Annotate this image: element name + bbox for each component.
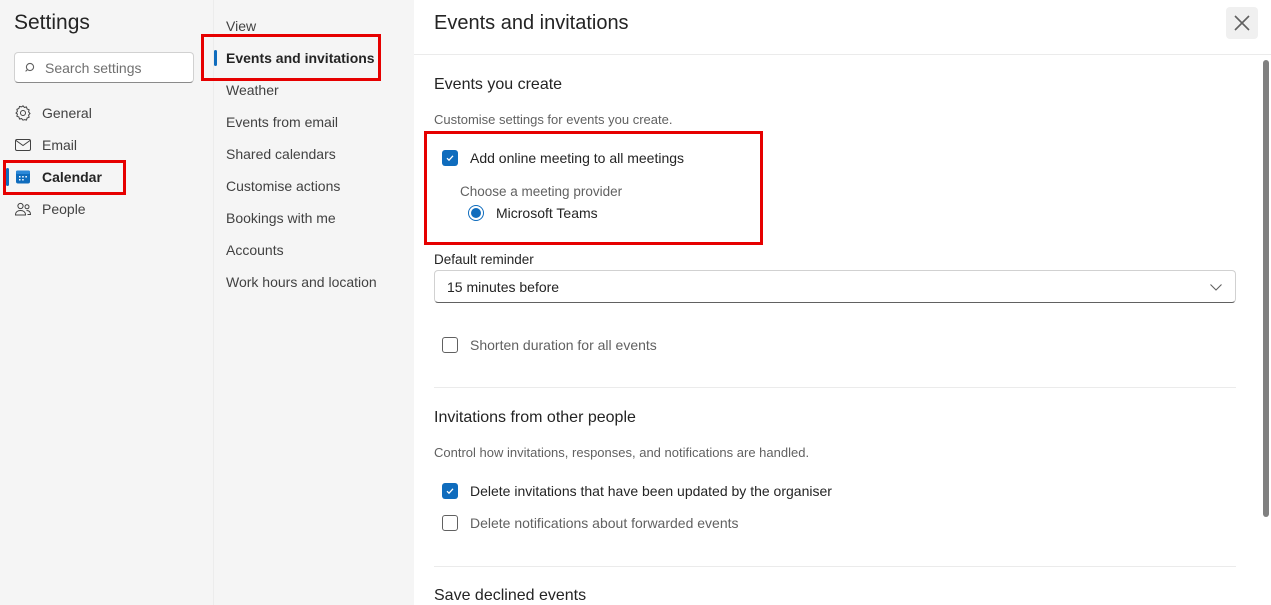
checkbox-label: Add online meeting to all meetings: [470, 150, 685, 166]
sidebar-item-calendar[interactable]: Calendar: [14, 165, 102, 189]
checkmark-icon: [446, 488, 454, 495]
close-button[interactable]: [1226, 7, 1258, 39]
subnav-item-weather[interactable]: Weather: [226, 80, 279, 100]
scrollbar-thumb[interactable]: [1263, 60, 1269, 517]
section-description: Control how invitations, responses, and …: [434, 445, 810, 460]
provider-option-microsoft-teams[interactable]: Microsoft Teams: [468, 205, 598, 221]
subnav-selected-indicator: [214, 50, 217, 66]
settings-nav: [0, 0, 213, 605]
section-divider: [434, 566, 1236, 567]
default-reminder-dropdown[interactable]: 15 minutes before: [434, 270, 1236, 303]
gear-icon: [14, 104, 32, 122]
subnav-item-bookings-with-me[interactable]: Bookings with me: [226, 208, 336, 228]
sidebar-item-people[interactable]: People: [14, 197, 86, 221]
sidebar-item-label: Email: [42, 137, 78, 153]
checkbox-unchecked[interactable]: [442, 337, 458, 353]
meeting-provider-label: Choose a meeting provider: [460, 184, 623, 199]
checkbox-label: Shorten duration for all events: [470, 337, 657, 353]
subnav-item-shared-calendars[interactable]: Shared calendars: [226, 144, 336, 164]
settings-title: Settings: [14, 11, 90, 34]
search-icon: [25, 62, 35, 72]
subnav-item-events-and-invitations[interactable]: Events and invitations: [226, 48, 375, 68]
checkbox-checked[interactable]: [442, 150, 458, 166]
subnav-item-accounts[interactable]: Accounts: [226, 240, 284, 260]
checkbox-label: Delete notifications about forwarded eve…: [470, 515, 739, 531]
radio-label: Microsoft Teams: [496, 205, 598, 221]
mail-icon: [14, 136, 32, 154]
page-title: Events and invitations: [434, 12, 629, 34]
section-heading-save-declined-events: Save declined events: [434, 587, 587, 604]
sidebar-item-label: Calendar: [42, 169, 102, 185]
section-heading-events-you-create: Events you create: [434, 76, 563, 93]
sidebar-item-label: People: [42, 201, 86, 217]
subnav-item-work-hours-and-location[interactable]: Work hours and location: [226, 272, 377, 292]
chevron-down-icon: [1210, 283, 1222, 291]
section-heading-invitations: Invitations from other people: [434, 409, 636, 426]
radio-selected[interactable]: [468, 205, 484, 221]
shorten-duration-checkbox[interactable]: Shorten duration for all events: [442, 337, 657, 353]
section-description: Customise settings for events you create…: [434, 112, 673, 127]
section-divider: [434, 387, 1236, 388]
subnav-item-events-from-email[interactable]: Events from email: [226, 112, 338, 132]
search-input[interactable]: [45, 59, 175, 76]
subnav-item-view[interactable]: View: [226, 16, 256, 36]
sidebar-item-label: General: [42, 105, 92, 121]
delete-updated-invitations-checkbox[interactable]: Delete invitations that have been update…: [442, 483, 832, 499]
default-reminder-label: Default reminder: [434, 252, 534, 267]
checkbox-unchecked[interactable]: [442, 515, 458, 531]
sidebar-item-email[interactable]: Email: [14, 133, 77, 157]
people-icon: [14, 200, 32, 218]
checkbox-label: Delete invitations that have been update…: [470, 483, 832, 499]
checkmark-icon: [446, 155, 454, 162]
checkbox-checked[interactable]: [442, 483, 458, 499]
dropdown-value: 15 minutes before: [447, 278, 560, 295]
sidebar-item-general[interactable]: General: [14, 101, 92, 125]
header-divider: [414, 54, 1271, 55]
calendar-icon: [14, 168, 32, 186]
subnav-item-customise-actions[interactable]: Customise actions: [226, 176, 340, 196]
selected-indicator: [6, 168, 9, 186]
close-icon: [1234, 15, 1250, 31]
delete-forwarded-notifications-checkbox[interactable]: Delete notifications about forwarded eve…: [442, 515, 739, 531]
add-online-meeting-checkbox[interactable]: Add online meeting to all meetings: [442, 150, 684, 166]
search-box[interactable]: [14, 52, 194, 83]
